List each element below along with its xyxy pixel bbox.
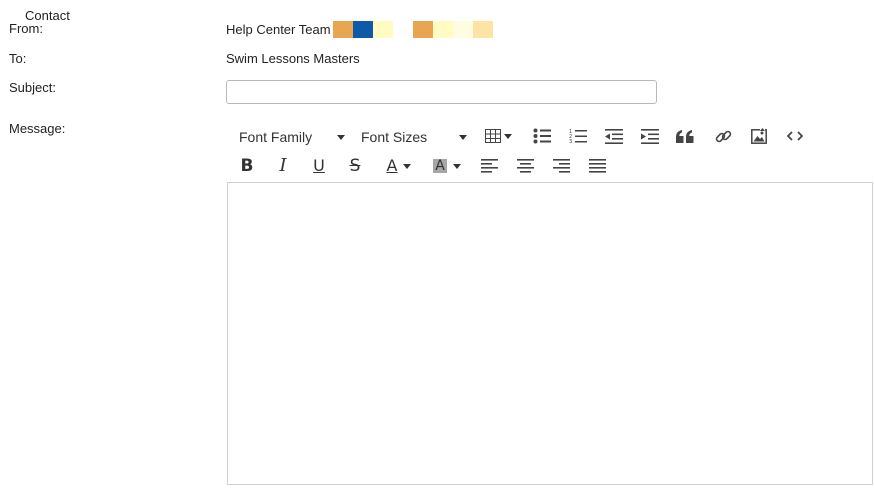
font-family-label: Font Family [239,129,313,145]
justify-button[interactable] [584,155,610,177]
outdent-button[interactable] [601,125,627,147]
underline-button[interactable]: U [306,155,332,177]
to-label: To: [9,51,27,66]
chevron-down-icon [503,133,512,139]
from-label: From: [9,21,43,36]
table-icon [484,129,512,143]
from-value: Help Center Team [226,22,331,37]
font-sizes-select[interactable]: Font Sizes [361,128,467,146]
text-color-icon: A [386,156,398,175]
align-right-button[interactable] [548,155,574,177]
code-icon [787,130,803,142]
numbered-list-button[interactable]: 123 [565,125,591,147]
align-left-button[interactable] [476,155,502,177]
strikethrough-icon: S [349,155,361,176]
code-view-button[interactable] [782,125,808,147]
swatch-4 [392,21,413,38]
message-editor[interactable] [227,182,873,485]
message-label: Message: [9,121,66,136]
indent-icon [641,128,659,144]
bold-icon: B [240,155,254,176]
align-right-icon [552,159,570,173]
to-value: Swim Lessons Masters [226,51,360,66]
align-center-button[interactable] [512,155,538,177]
background-color-control: A [433,159,461,173]
chevron-down-icon [452,163,461,169]
blockquote-button[interactable] [672,125,698,147]
chevron-down-icon [403,163,412,169]
subject-label: Subject: [9,80,56,95]
text-color-control: A [387,158,412,174]
chevron-down-icon [337,134,345,140]
swatch-5 [412,21,433,38]
justify-icon [588,159,606,173]
text-color-button[interactable]: A [380,155,418,177]
background-color-icon: A [433,158,447,174]
swatch-1 [332,21,353,38]
numbered-list-icon: 123 [569,128,587,144]
link-button[interactable] [710,125,736,147]
underline-icon: U [313,156,325,175]
from-redacted-block [332,21,493,38]
swatch-7 [452,21,473,38]
bold-button[interactable]: B [234,155,260,177]
font-sizes-label: Font Sizes [361,129,428,145]
bullet-list-icon [533,128,551,144]
indent-button[interactable] [637,125,663,147]
image-icon [751,128,767,144]
subject-input[interactable] [226,80,657,104]
italic-icon: I [279,155,287,176]
strikethrough-button[interactable]: S [342,155,368,177]
swatch-6 [432,21,453,38]
swatch-3 [372,21,393,38]
svg-text:3: 3 [569,139,572,144]
align-center-icon [516,159,534,173]
insert-image-button[interactable] [746,125,772,147]
font-family-select[interactable]: Font Family [239,128,345,146]
link-icon [715,128,732,145]
from-field: Help Center Team [226,21,493,38]
align-left-icon [480,159,498,173]
background-color-button[interactable]: A [428,155,466,177]
swatch-8 [472,21,493,38]
outdent-icon [605,128,623,144]
table-button[interactable] [482,125,514,147]
quote-icon [676,129,694,143]
swatch-2 [352,21,373,38]
bullet-list-button[interactable] [529,125,555,147]
italic-button[interactable]: I [270,155,296,177]
chevron-down-icon [459,134,467,140]
